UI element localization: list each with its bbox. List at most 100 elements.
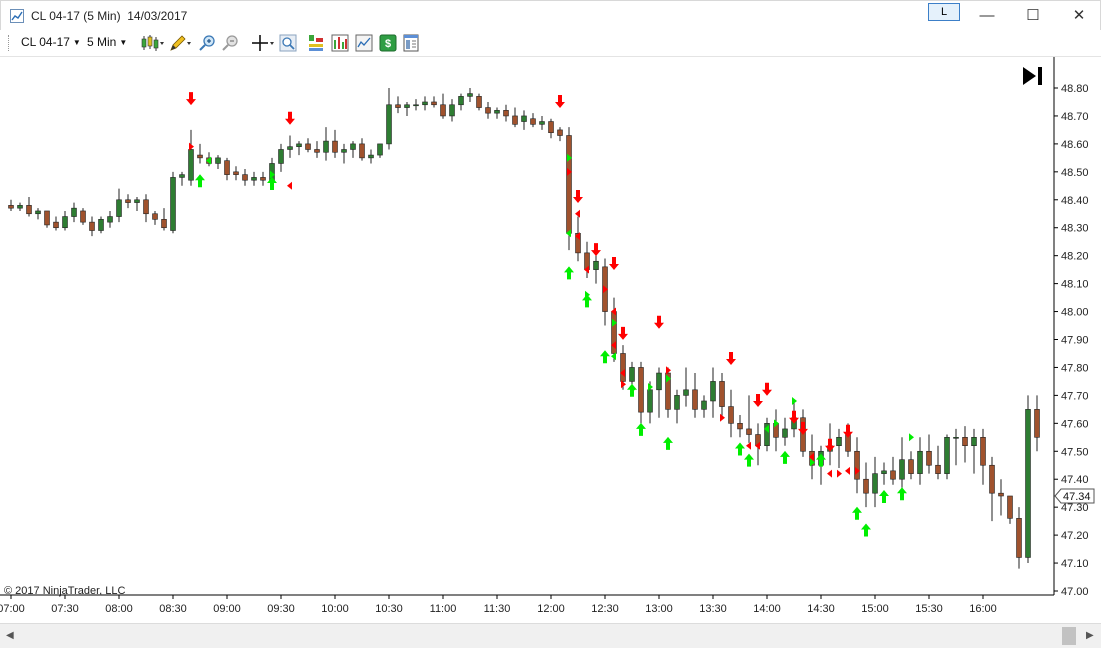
candle-body <box>134 199 140 203</box>
candle-body <box>467 93 473 97</box>
strategies-icon[interactable] <box>307 34 325 52</box>
search-icon[interactable] <box>279 34 297 52</box>
maximize-button[interactable]: ☐ <box>1010 1 1056 31</box>
candle-body <box>377 143 383 156</box>
candle-body <box>719 381 725 407</box>
zoom-out-icon[interactable] <box>221 34 239 52</box>
zoom-in-icon[interactable] <box>198 34 216 52</box>
time-tick-label: 10:30 <box>375 603 403 615</box>
candle-body <box>1007 495 1013 519</box>
time-tick-label: 08:30 <box>159 603 187 615</box>
up-arrow-icon <box>879 489 889 503</box>
pencil-icon[interactable] <box>169 34 191 52</box>
candle-body <box>404 104 410 108</box>
candle-body <box>647 389 653 413</box>
price-tick-label: 48.50 <box>1061 167 1089 179</box>
time-axis[interactable]: 07:00 07:30 08:00 08:30 09:00 09:30 10:00 10:30… <box>0 595 997 615</box>
scrollbar-thumb[interactable] <box>1062 627 1076 645</box>
candle-body <box>314 149 320 153</box>
price-chart[interactable]: 47.00 47.10 47.20 47.30 47.40 47.50 47.60 47.70… <box>0 57 1101 623</box>
up-arrow-icon <box>564 266 574 280</box>
price-axis[interactable]: 47.00 47.10 47.20 47.30 47.40 47.50 47.60 47.70… <box>1054 83 1089 598</box>
price-tick-label: 47.10 <box>1061 558 1089 570</box>
up-arrow-icon <box>861 523 871 537</box>
chart-panel[interactable]: 47.00 47.10 47.20 47.30 47.40 47.50 47.60 47.70… <box>0 57 1101 623</box>
down-arrow-icon <box>285 111 295 125</box>
down-arrow-icon <box>555 94 565 108</box>
candle-body <box>917 450 923 474</box>
candle-body <box>296 143 302 147</box>
candle-body <box>629 367 635 382</box>
candle-body <box>449 104 455 117</box>
candle-body <box>692 389 698 410</box>
candle-body <box>782 428 788 438</box>
indicators-icon[interactable] <box>331 34 349 52</box>
crosshair-icon[interactable] <box>251 34 275 52</box>
candle-body <box>44 210 50 226</box>
down-arrow-icon <box>609 257 619 271</box>
link-button[interactable]: L <box>928 3 960 21</box>
time-tick-label: 13:00 <box>645 603 673 615</box>
candle-body <box>107 216 113 223</box>
candle-body <box>125 199 131 203</box>
properties-icon[interactable] <box>402 34 420 52</box>
scroll-to-end-icon[interactable] <box>1023 67 1042 85</box>
price-tick-label: 47.20 <box>1061 530 1089 542</box>
candle-body <box>350 143 356 150</box>
up-arrow-icon <box>816 453 826 467</box>
candle-body <box>539 121 545 125</box>
candle-body <box>890 470 896 480</box>
candle-body <box>935 464 941 474</box>
candle-body <box>512 115 518 125</box>
minimize-button[interactable]: — <box>964 1 1010 31</box>
up-arrow-icon <box>195 174 205 188</box>
scroll-right-icon[interactable]: ▶ <box>1086 630 1094 641</box>
candle-body <box>143 199 149 215</box>
close-button[interactable]: ✕ <box>1056 1 1101 31</box>
scroll-left-icon[interactable]: ◀ <box>6 630 14 641</box>
candle-body <box>98 219 104 231</box>
price-tick-label: 47.60 <box>1061 418 1089 430</box>
candle-body <box>386 104 392 145</box>
time-tick-label: 11:00 <box>430 603 457 615</box>
signal-triangle <box>909 433 914 442</box>
candle-body <box>323 140 329 153</box>
candle-body <box>836 437 842 446</box>
candle-body <box>656 372 662 391</box>
up-arrow-icon <box>897 487 907 501</box>
price-tick-label: 47.40 <box>1061 474 1089 486</box>
up-arrow-icon <box>780 450 790 464</box>
candle-body <box>422 101 428 106</box>
candle-body <box>116 199 122 217</box>
signal-triangle <box>845 466 850 475</box>
interval-selector[interactable]: 5 Min ▼ <box>87 35 127 49</box>
svg-text:$: $ <box>385 38 391 50</box>
down-arrow-icon <box>798 421 808 435</box>
price-tick-label: 48.80 <box>1061 83 1089 95</box>
time-tick-label: 12:30 <box>591 603 619 615</box>
candle-body <box>926 450 932 466</box>
candle-body <box>359 143 365 159</box>
toolbar-grip[interactable] <box>8 35 11 51</box>
price-tick-label: 47.70 <box>1061 390 1089 402</box>
dollar-icon[interactable]: $ <box>379 34 397 52</box>
time-tick-label: 14:00 <box>753 603 781 615</box>
time-tick-label: 14:30 <box>807 603 835 615</box>
chart-style-icon[interactable] <box>355 34 373 52</box>
horizontal-scrollbar[interactable]: ◀ ▶ <box>0 623 1101 648</box>
candle-body <box>728 406 734 424</box>
candle-body <box>197 154 203 159</box>
price-tick-label: 48.70 <box>1061 111 1089 123</box>
up-arrow-icon <box>663 436 673 450</box>
candle-body <box>710 381 716 402</box>
instrument-selector[interactable]: CL 04-17 ▼ <box>21 35 81 49</box>
candle-body <box>485 107 491 114</box>
candle-body <box>431 101 437 106</box>
candlestick-icon[interactable] <box>140 34 164 52</box>
candle-body <box>89 221 95 231</box>
candle-body <box>152 213 158 220</box>
time-tick-label: 15:00 <box>861 603 889 615</box>
candle-body <box>62 216 68 229</box>
candle-body <box>458 96 464 106</box>
candle-body <box>899 459 905 480</box>
